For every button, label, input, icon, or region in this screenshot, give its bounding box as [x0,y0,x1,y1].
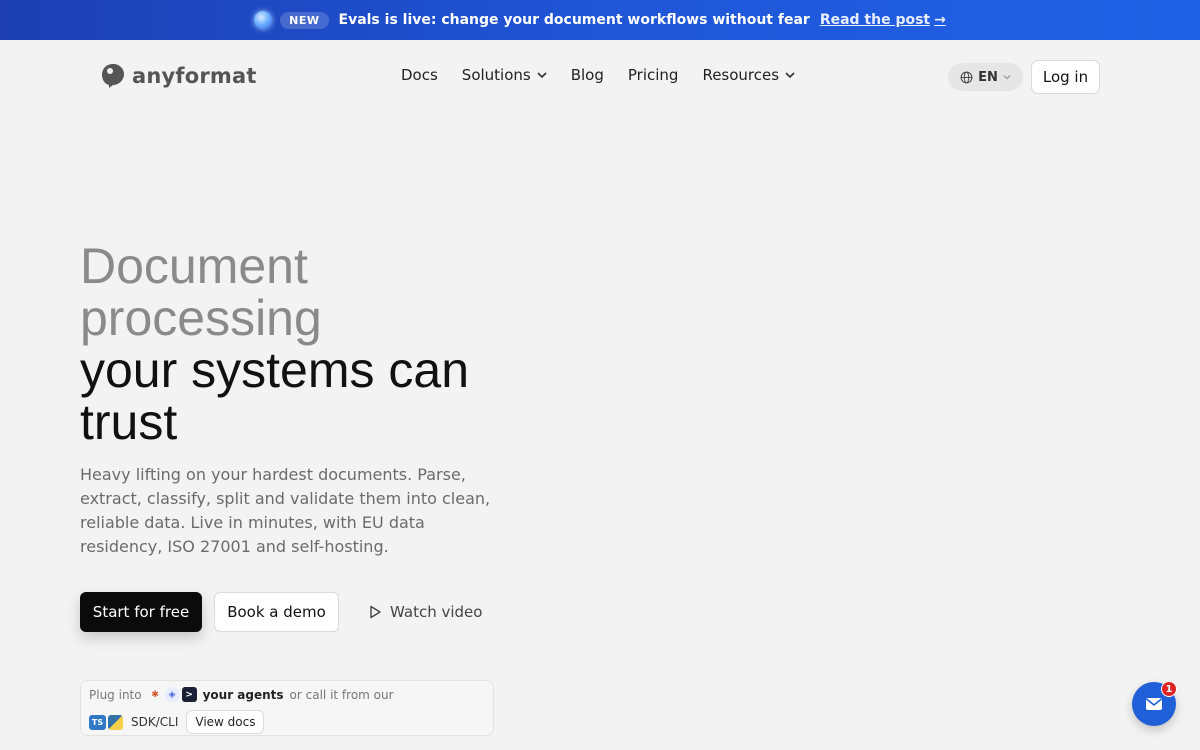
sdk-icons: TS [89,714,123,730]
hero-headline: Document processing your systems can tru… [80,240,540,448]
start-free-button[interactable]: Start for free [80,592,202,632]
mail-icon [1146,698,1162,710]
claude-agent-icon: ✱ [151,689,159,700]
terminal-agent-icon: > [181,687,197,702]
play-icon [370,605,381,619]
typescript-icon: TS [89,714,106,730]
nav-item-label: Solutions [461,66,531,84]
login-button[interactable]: Log in [1031,60,1100,94]
sdk-label: SDK/CLI [131,715,179,729]
new-badge: NEW [280,11,329,29]
arrow-right-icon: → [934,12,946,28]
headline-line-2: processing [80,290,322,346]
read-post-link[interactable]: Read the post → [820,12,946,28]
integrations-row: Plug into ✱ ◈ > your agents or call it f… [89,687,394,702]
agent-icons: ✱ ◈ > [148,687,197,702]
announcement-bar: NEW Evals is live: change your document … [0,0,1200,40]
chat-launcher-button[interactable]: 1 [1132,681,1177,726]
nav-item-docs[interactable]: Docs [401,66,438,84]
view-docs-button[interactable]: View docs [186,710,265,734]
logo-mark-icon [102,64,124,88]
plug-agents: your agents [202,687,284,702]
hero-subtitle: Heavy lifting on your hardest documents.… [80,465,491,556]
globe-icon [960,71,973,83]
read-post-label: Read the post [819,12,931,28]
integrations-box: Plug into ✱ ◈ > your agents or call it f… [80,680,494,736]
chevron-down-icon [1003,74,1011,80]
chevron-down-icon [537,72,547,79]
nav-item-label: Resources [702,66,780,84]
book-demo-button[interactable]: Book a demo [214,592,339,632]
nav-item-solutions[interactable]: Solutions [462,66,547,84]
nav-item-label: Docs [401,66,438,84]
nav-item-blog[interactable]: Blog [571,66,604,84]
language-value: EN [978,69,998,85]
orb-icon [254,11,273,29]
main-nav: Docs Solutions Blog Pricing Resources [401,66,819,84]
nav-item-label: Blog [570,66,604,84]
announcement-message: Evals is live: change your document work… [338,12,810,28]
headline-line-1: Document [80,238,308,294]
headline-line-3: your systems can [80,342,470,398]
brand-name: anyformat [132,64,257,88]
plug-suffix: or call it from our [289,687,394,702]
python-icon [108,714,123,730]
language-selector[interactable]: EN [948,63,1023,91]
plug-prefix: Plug into [89,687,142,702]
nav-item-pricing[interactable]: Pricing [628,66,679,84]
sdk-row: TS SDK/CLI View docs [89,710,265,734]
chevron-down-icon [785,72,795,79]
watch-video-button[interactable]: Watch video [368,592,482,632]
brand-logo[interactable]: anyformat [100,62,257,90]
nav-item-label: Pricing [627,66,679,84]
unread-badge: 1 [1161,681,1177,697]
nav-item-resources[interactable]: Resources [702,66,795,84]
cursor-agent-icon: ◈ [164,687,180,702]
headline-line-4: trust [80,394,178,450]
watch-video-label: Watch video [390,603,483,621]
